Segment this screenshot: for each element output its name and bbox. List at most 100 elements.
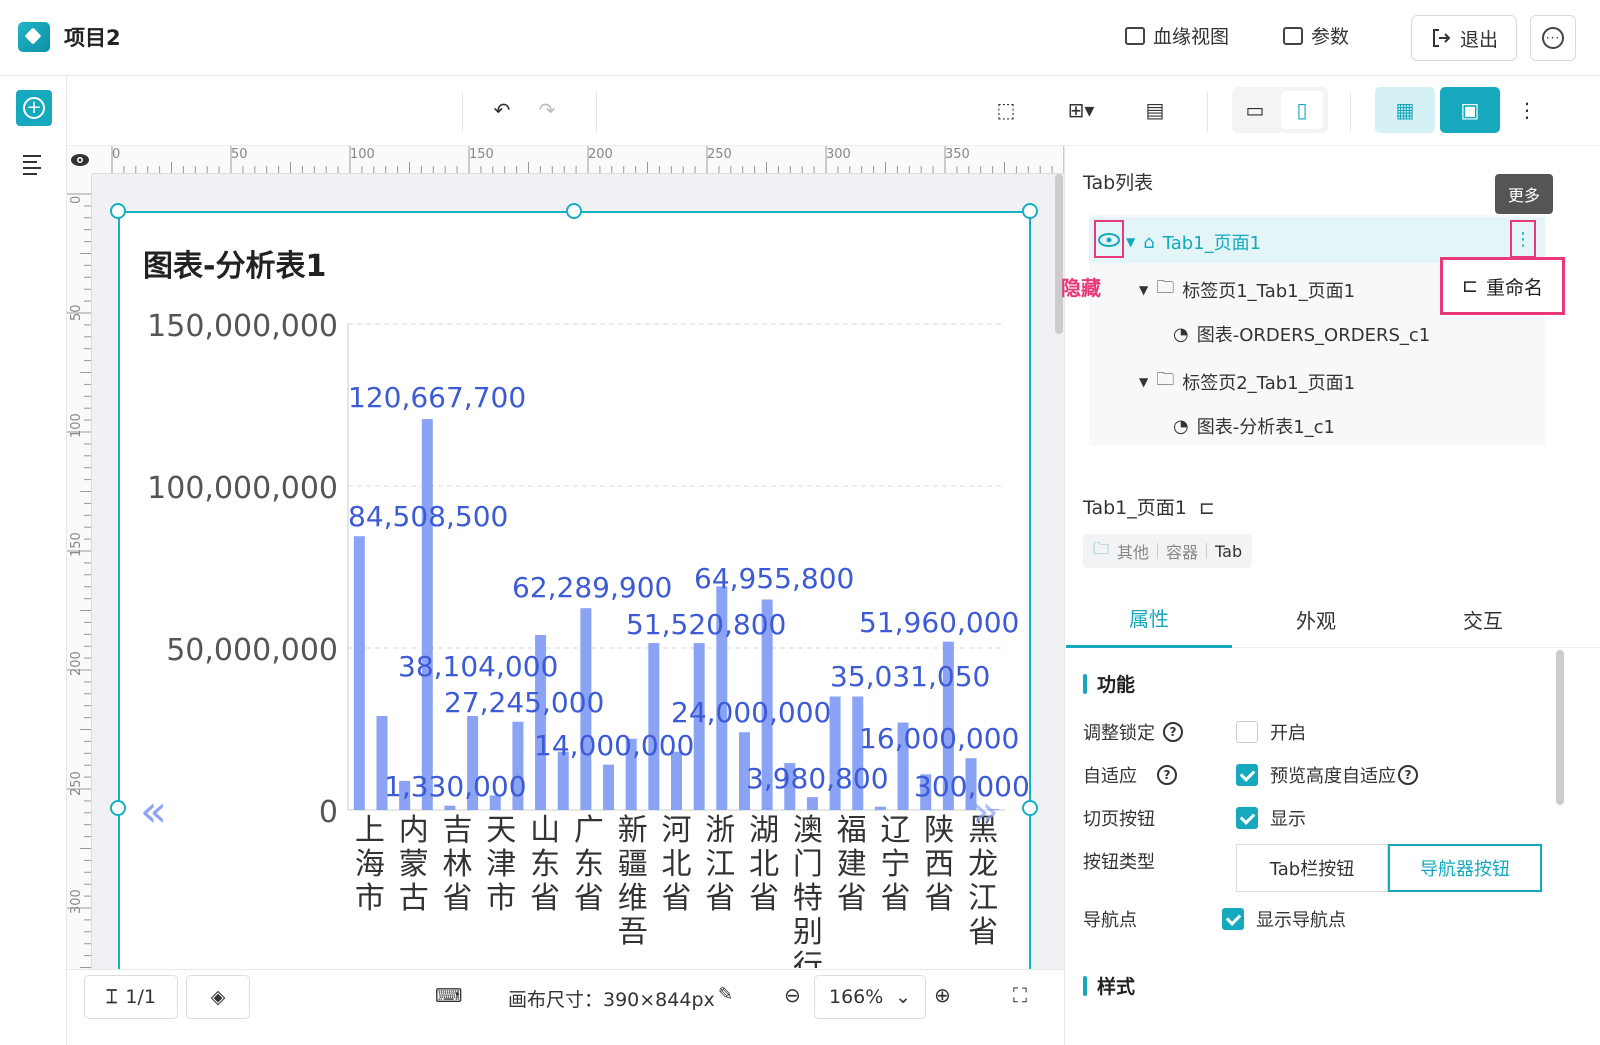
chart-bar xyxy=(444,805,456,810)
adaptive-checkbox-row[interactable]: 预览高度自适应 ? xyxy=(1236,762,1418,788)
pager-checkbox-row[interactable]: 显示 xyxy=(1236,805,1306,831)
navigator-button-option[interactable]: 导航器按钮 xyxy=(1388,844,1542,892)
lock-value: 开启 xyxy=(1270,723,1306,744)
pager-checkbox[interactable] xyxy=(1236,807,1258,829)
tree-label: Tab1_页面1 xyxy=(1162,233,1262,254)
redo-icon[interactable]: ↷ xyxy=(535,98,559,122)
rename-menu-item[interactable]: ⊏ 重命名 xyxy=(1440,257,1565,315)
layout-settings-icon[interactable]: ▤ xyxy=(1143,98,1167,122)
mobile-icon[interactable]: ▯ xyxy=(1290,98,1314,122)
fullscreen-icon[interactable]: ⛶ xyxy=(1013,983,1027,1007)
adaptive-checkbox[interactable] xyxy=(1236,764,1258,786)
nav-dot-checkbox[interactable] xyxy=(1222,908,1244,930)
ruler-label: 0 xyxy=(112,147,121,162)
tree-item-chart-analysis[interactable]: ◔ 图表-分析表1_c1 xyxy=(1173,413,1335,439)
ruler-label: 350 xyxy=(945,147,970,162)
divider xyxy=(1206,543,1208,559)
header-more-button[interactable]: ··· xyxy=(1530,15,1576,61)
ruler-label: 250 xyxy=(707,147,732,162)
folder-icon: 🗀 xyxy=(1156,277,1175,298)
tree-more-button[interactable]: ⋮ xyxy=(1510,220,1536,258)
keyboard-icon[interactable]: ⌨ xyxy=(435,985,462,1007)
zoom-select[interactable]: 166% ⌄ xyxy=(814,975,926,1019)
more-dots-icon: ··· xyxy=(1542,27,1564,49)
chart-bar xyxy=(806,797,818,810)
y-tick-label: 0 xyxy=(319,795,338,830)
outline-list-icon[interactable] xyxy=(23,155,45,175)
toolbar-divider xyxy=(462,92,463,132)
rename-icon[interactable]: ⊏ xyxy=(1199,497,1215,519)
x-tick-label: 福建省 xyxy=(837,813,867,916)
desktop-icon[interactable]: ▭ xyxy=(1243,98,1267,122)
align-dropdown-icon[interactable]: ⊞▾ xyxy=(1064,98,1098,122)
nav-next-arrow-icon[interactable]: » xyxy=(972,790,999,834)
panel-scrollbar[interactable] xyxy=(1556,650,1564,805)
bar-chart: 150,000,000 100,000,000 50,000,000 0 120,667… xyxy=(147,309,1030,968)
component-name-text: Tab1_页面1 xyxy=(1083,497,1187,519)
data-label: 64,955,800 xyxy=(694,562,854,595)
toolbar-divider xyxy=(596,92,597,132)
lock-checkbox-row[interactable]: 开启 xyxy=(1236,719,1306,745)
y-tick-label: 50,000,000 xyxy=(166,633,338,668)
help-icon[interactable]: ? xyxy=(1398,765,1418,785)
button-type-label-text: 按钮类型 xyxy=(1083,852,1155,873)
data-label: 84,508,500 xyxy=(348,500,508,533)
x-tick-label: 广东省 xyxy=(574,813,604,916)
toolbar-more-icon[interactable]: ⋮ xyxy=(1515,98,1539,122)
select-tool-icon[interactable]: ⬚ xyxy=(994,98,1018,122)
data-label: 27,245,000 xyxy=(444,686,604,719)
resize-handle[interactable] xyxy=(566,203,582,219)
undo-icon[interactable]: ↶ xyxy=(490,98,514,122)
help-icon[interactable]: ? xyxy=(1163,722,1183,742)
layers-button[interactable]: ◈ xyxy=(186,975,250,1019)
x-tick-label: 吉林省 xyxy=(443,813,473,916)
pager-value: 显示 xyxy=(1270,809,1306,830)
data-label: 51,520,800 xyxy=(626,608,786,641)
lineage-view-button[interactable]: 血缘视图 xyxy=(1125,22,1229,49)
chevron-down-icon: ⌄ xyxy=(895,986,911,1008)
project-title: 项目2 xyxy=(64,26,121,50)
params-button[interactable]: 参数 xyxy=(1283,22,1349,49)
resize-handle[interactable] xyxy=(110,203,126,219)
tree-item-tab1[interactable]: ▼ ⌂ Tab1_页面1 xyxy=(1126,229,1261,255)
tab-appearance[interactable]: 外观 xyxy=(1233,590,1399,648)
adaptive-label-text: 自适应 xyxy=(1083,766,1137,787)
tree-item-tabpage2[interactable]: ▼ 🗀 标签页2_Tab1_页面1 xyxy=(1139,367,1355,397)
lock-checkbox[interactable] xyxy=(1236,721,1258,743)
zoom-out-icon[interactable]: ⊖ xyxy=(784,983,801,1007)
layers-icon: ◈ xyxy=(210,986,226,1008)
x-tick-label: 河北省 xyxy=(662,813,692,916)
chart-bar xyxy=(874,806,886,810)
add-component-button[interactable]: + xyxy=(16,90,52,126)
ruler-label: 200 xyxy=(588,147,613,162)
x-tick-label: 陕西省 xyxy=(924,813,954,916)
pie-chart-icon: ◔ xyxy=(1173,415,1189,437)
tab-properties[interactable]: 属性 xyxy=(1066,590,1232,648)
lock-label-text: 调整锁定 xyxy=(1083,723,1155,744)
help-icon[interactable]: ? xyxy=(1157,765,1177,785)
canvas-scrollbar[interactable] xyxy=(1055,174,1063,334)
edit-size-icon[interactable]: ✎ xyxy=(718,984,733,1005)
canvas-size-label: 画布尺寸：390×844px xyxy=(508,989,715,1011)
nav-prev-arrow-icon[interactable]: « xyxy=(140,790,167,834)
exit-button[interactable]: 退出 xyxy=(1411,15,1517,61)
zoom-in-icon[interactable]: ⊕ xyxy=(934,983,951,1007)
data-label: 1,330,000 xyxy=(384,770,527,803)
left-rail xyxy=(0,76,67,1045)
tree-item-tabpage1[interactable]: ▼ 🗀 标签页1_Tab1_页面1 xyxy=(1139,275,1355,305)
pager-label-text: 切页按钮 xyxy=(1083,809,1155,830)
page-indicator-button[interactable]: ⌶ 1/1 xyxy=(84,975,178,1019)
data-label: 24,000,000 xyxy=(671,696,831,729)
resize-handle[interactable] xyxy=(1022,203,1038,219)
tree-item-chart-orders[interactable]: ◔ 图表-ORDERS_ORDERS_c1 xyxy=(1173,321,1430,347)
ruler-label: 250 xyxy=(69,771,84,796)
ruler-eye-icon[interactable] xyxy=(67,146,92,174)
data-label: 14,000,000 xyxy=(534,729,694,762)
toolbar-divider xyxy=(1350,92,1351,132)
nav-dot-checkbox-row[interactable]: 显示导航点 xyxy=(1222,906,1346,932)
ruler-label: 150 xyxy=(469,147,494,162)
folder-icon: 🗀 xyxy=(1093,538,1110,558)
tab-bar-button-option[interactable]: Tab栏按钮 xyxy=(1236,844,1388,892)
eye-icon[interactable] xyxy=(1098,232,1120,251)
tab-interaction[interactable]: 交互 xyxy=(1400,590,1566,648)
